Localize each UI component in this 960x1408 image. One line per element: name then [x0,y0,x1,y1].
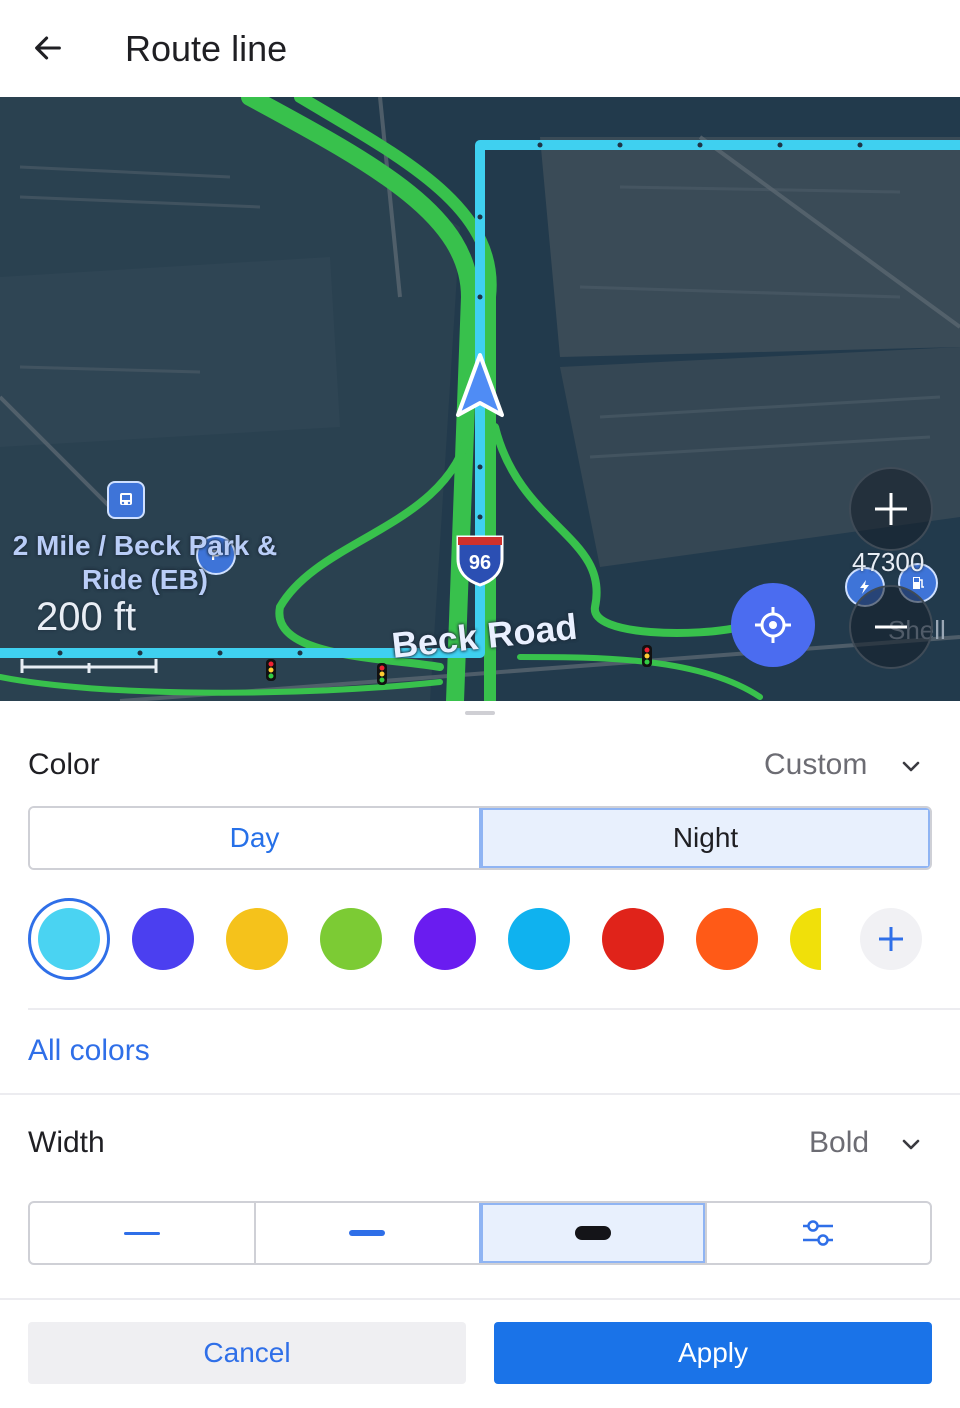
poi-number-label: 47300 [852,547,925,577]
color-swatch[interactable] [790,908,821,970]
minus-icon [875,625,907,629]
color-swatch[interactable] [508,908,570,970]
bus-stop-icon[interactable] [107,481,145,519]
width-option-bold[interactable] [479,1203,705,1263]
chevron-down-icon [902,1139,920,1150]
cancel-button[interactable]: Cancel [28,1322,466,1384]
day-night-toggle: Day Night [28,806,932,870]
zoom-out-button[interactable] [849,585,933,669]
color-swatch[interactable] [38,908,100,970]
chevron-down-icon [902,761,920,772]
color-swatch[interactable] [320,908,382,970]
tab-day[interactable]: Day [30,808,479,868]
width-option-medium[interactable] [253,1203,480,1263]
width-options [28,1201,932,1265]
plus-icon [875,493,907,525]
color-swatch[interactable] [414,908,476,970]
divider [0,1093,960,1095]
back-button[interactable] [22,22,74,74]
arrow-left-icon [35,36,61,60]
thin-line-icon [123,1232,160,1235]
divider [28,1008,960,1010]
color-swatch[interactable] [696,908,758,970]
color-dropdown-toggle[interactable] [896,751,926,781]
color-swatch[interactable] [602,908,664,970]
width-label: Width [28,1126,105,1159]
width-dropdown-toggle[interactable] [896,1129,926,1159]
page-title: Route line [125,28,288,69]
app-header: Route line [0,0,960,97]
sliders-icon [803,1220,834,1246]
bold-line-icon [574,1226,611,1240]
poi-name-label: 2 Mile / Beck Park & Ride (EB) [12,530,278,595]
medium-line-icon [349,1230,386,1236]
plus-icon [879,927,903,951]
apply-button[interactable]: Apply [494,1322,932,1384]
width-value[interactable]: Bold [809,1126,869,1160]
color-swatch[interactable] [226,908,288,970]
color-swatch[interactable] [132,908,194,970]
map-canvas: 96 [0,97,960,701]
svg-text:96: 96 [469,552,491,574]
zoom-in-button[interactable] [849,467,933,551]
color-label: Color [28,748,100,781]
scale-label: 200 ft [36,595,137,639]
map-preview[interactable]: 96 P 2 Mile / Beck Park & Ride (EB) 200 … [0,97,960,701]
color-value[interactable]: Custom [764,748,867,782]
width-option-thin[interactable] [30,1203,254,1263]
locate-me-button[interactable] [731,583,815,667]
crosshair-icon [755,607,791,643]
add-color-button[interactable] [860,908,922,970]
all-colors-link[interactable]: All colors [28,1034,150,1068]
width-option-custom[interactable] [704,1203,931,1263]
tab-night[interactable]: Night [479,808,930,868]
sheet-drag-handle[interactable] [465,711,495,715]
